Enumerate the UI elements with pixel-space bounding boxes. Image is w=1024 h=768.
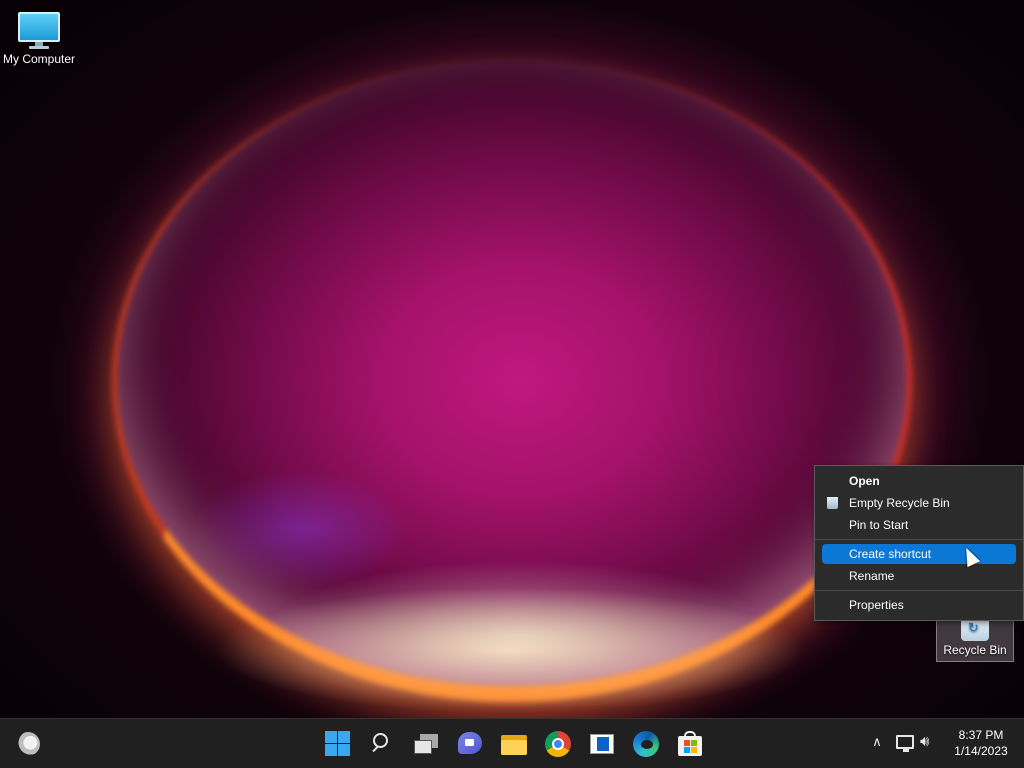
- taskbar: ∧ 🔊︎ 8:37 PM 1/14/2023: [0, 718, 1024, 768]
- chevron-up-icon[interactable]: ∧: [870, 735, 884, 749]
- recycle-bin-icon: [961, 619, 989, 641]
- menu-separator: [815, 539, 1023, 540]
- task-view-button[interactable]: [412, 730, 440, 758]
- chrome-button[interactable]: [544, 730, 572, 758]
- search-button[interactable]: [368, 730, 396, 758]
- start-button[interactable]: [324, 730, 352, 758]
- menu-item-rename[interactable]: Rename: [815, 566, 1023, 586]
- desktop-icon-my-computer[interactable]: My Computer: [0, 10, 78, 66]
- menu-item-empty-recycle-bin[interactable]: Empty Recycle Bin: [815, 493, 1023, 513]
- wallpaper-bottom-glow: [260, 560, 780, 710]
- desktop-icon-label: Recycle Bin: [943, 643, 1007, 657]
- clock-date: 1/14/2023: [954, 744, 1008, 758]
- weather-icon[interactable]: [16, 732, 40, 756]
- clock-time: 8:37 PM: [958, 728, 1004, 742]
- menu-item-create-shortcut[interactable]: Create shortcut: [822, 544, 1016, 564]
- chat-button[interactable]: [456, 730, 484, 758]
- recycle-bin-icon: [827, 497, 838, 509]
- search-icon: [373, 733, 388, 748]
- computer-icon: [18, 10, 60, 50]
- menu-item-open[interactable]: Open: [815, 471, 1023, 491]
- edge-button[interactable]: [632, 730, 660, 758]
- file-explorer-button[interactable]: [500, 730, 528, 758]
- menu-item-pin-to-start[interactable]: Pin to Start: [815, 515, 1023, 535]
- menu-item-label: Empty Recycle Bin: [849, 496, 950, 510]
- desktop-icon-recycle-bin[interactable]: Recycle Bin: [936, 614, 1014, 662]
- start-icon: [325, 731, 337, 743]
- microsoft-store-button[interactable]: [676, 730, 704, 758]
- desktop-icon-label: My Computer: [2, 52, 76, 66]
- microsoft-store-icon: [678, 736, 702, 756]
- context-menu: Open Empty Recycle Bin Pin to Start Crea…: [814, 465, 1024, 621]
- menu-separator: [815, 590, 1023, 591]
- system-clock[interactable]: 8:37 PM 1/14/2023: [948, 727, 1014, 759]
- network-icon[interactable]: [896, 735, 914, 752]
- notepad-button[interactable]: [588, 730, 616, 758]
- volume-icon[interactable]: 🔊︎: [920, 733, 940, 751]
- menu-item-properties[interactable]: Properties: [815, 595, 1023, 615]
